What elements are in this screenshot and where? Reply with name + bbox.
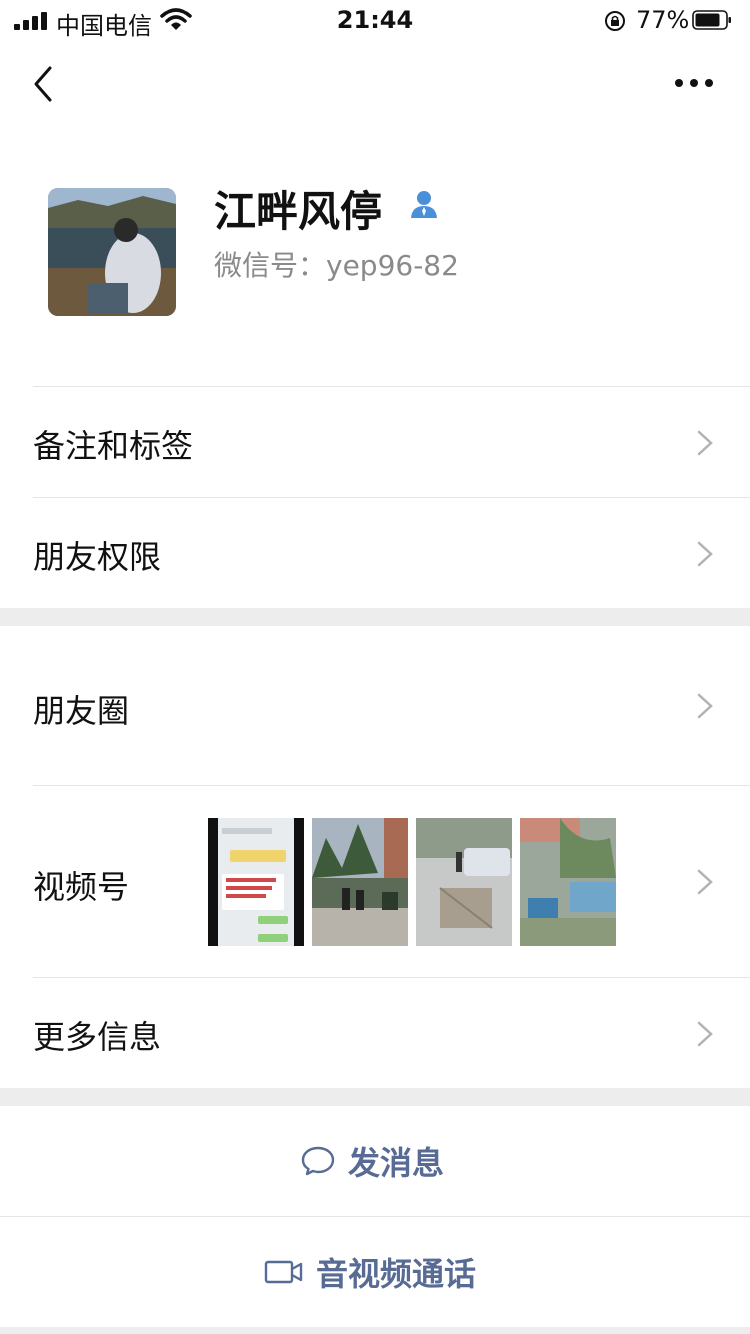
- send-message-label: 发消息: [348, 1144, 445, 1182]
- more-dots-icon: [675, 79, 713, 87]
- more-options-button[interactable]: [670, 72, 718, 94]
- video-call-button[interactable]: 音视频通话: [0, 1217, 750, 1327]
- send-message-button[interactable]: 发消息: [0, 1106, 750, 1216]
- channel-thumbnail[interactable]: [312, 818, 408, 946]
- moments-row[interactable]: 朋友圈: [0, 626, 750, 786]
- battery-icon: [692, 10, 731, 30]
- channel-thumbnail[interactable]: [416, 818, 512, 946]
- chevron-right-icon: [697, 430, 713, 456]
- avatar[interactable]: [48, 188, 176, 316]
- row-label: 视频号: [33, 868, 130, 906]
- row-label: 备注和标签: [33, 427, 194, 465]
- rotation-lock-icon: [605, 11, 625, 31]
- section-gap: [0, 1088, 750, 1106]
- chevron-right-icon: [697, 869, 713, 895]
- battery-percent: 77%: [636, 6, 690, 34]
- more-info-row[interactable]: 更多信息: [0, 978, 750, 1088]
- video-camera-icon: [264, 1260, 303, 1284]
- wechat-id: 微信号：yep96-82: [214, 249, 459, 282]
- channel-thumbnail[interactable]: [520, 818, 616, 946]
- channels-row[interactable]: 视频号: [0, 786, 750, 977]
- contact-nickname: 江畔风停: [214, 187, 383, 236]
- video-call-label: 音视频通话: [316, 1255, 477, 1293]
- remarks-tags-row[interactable]: 备注和标签: [0, 387, 750, 497]
- row-label: 朋友权限: [33, 538, 162, 576]
- user-icon: [411, 191, 437, 218]
- back-button[interactable]: [28, 62, 60, 106]
- friend-permissions-row[interactable]: 朋友权限: [0, 498, 750, 608]
- chevron-right-icon: [697, 1021, 713, 1047]
- bottom-gap: [0, 1327, 750, 1334]
- row-label: 更多信息: [33, 1018, 162, 1056]
- chevron-left-icon: [34, 66, 52, 102]
- channel-thumbnail[interactable]: [208, 818, 304, 946]
- chat-bubble-icon: [301, 1146, 335, 1176]
- chevron-right-icon: [697, 541, 713, 567]
- profile-header: 江畔风停 微信号：yep96-82: [0, 150, 750, 386]
- row-label: 朋友圈: [33, 692, 130, 730]
- chevron-right-icon: [697, 693, 713, 719]
- section-gap: [0, 608, 750, 626]
- status-bar: 中国电信 21:44 77%: [0, 0, 750, 40]
